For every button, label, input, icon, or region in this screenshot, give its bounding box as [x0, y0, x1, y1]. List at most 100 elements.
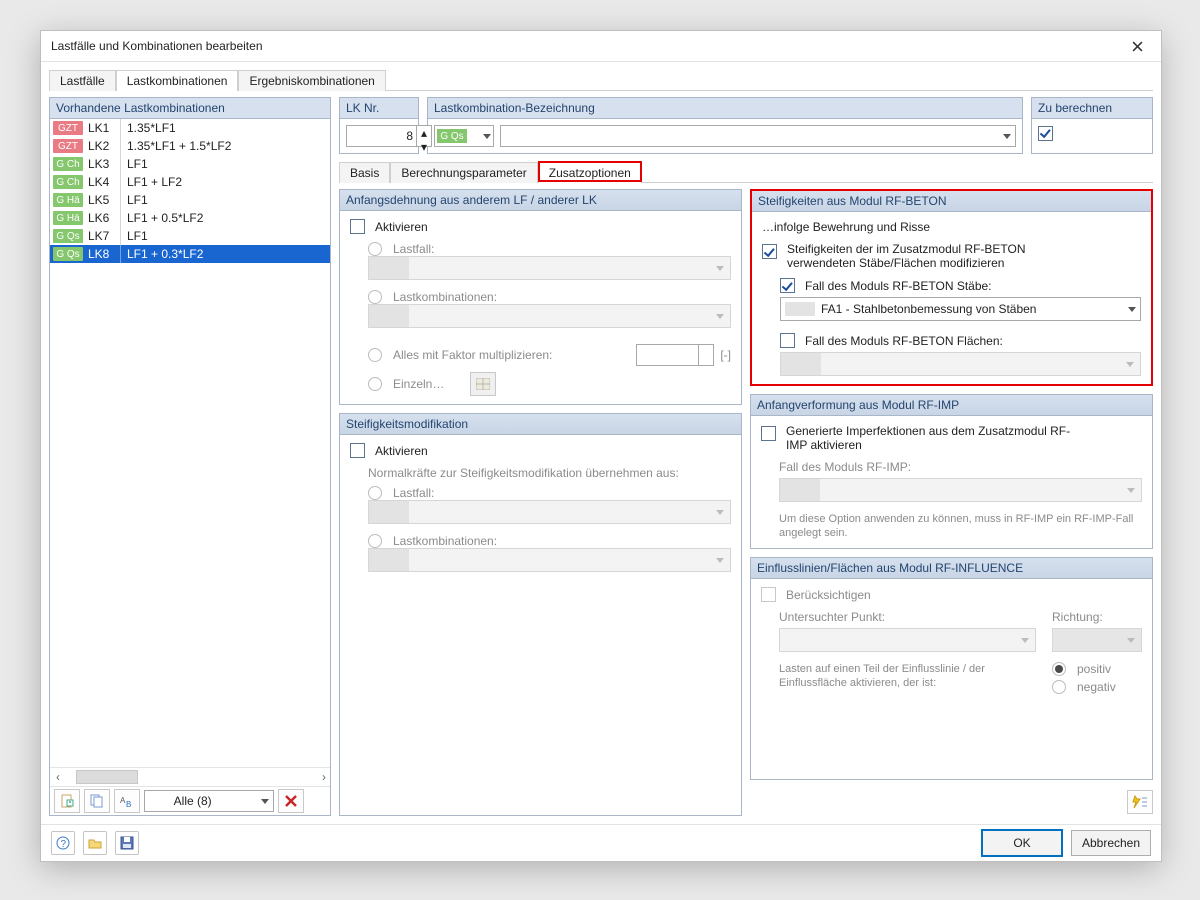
- lk-list[interactable]: GZTLK11.35*LF1GZTLK21.35*LF1 + 1.5*LF2G …: [50, 119, 330, 767]
- lk-name-combo[interactable]: [500, 125, 1016, 147]
- radio-einzeln-label: Einzeln…: [393, 377, 444, 391]
- radio-einzeln: [368, 377, 382, 391]
- lk-id: LK7: [86, 229, 120, 243]
- rfinf-richtung-combo: [1052, 628, 1142, 652]
- save-button[interactable]: [115, 831, 139, 855]
- rfbeton-staebe-checkbox[interactable]: [780, 278, 795, 293]
- rfinf-punkt-combo: [779, 628, 1036, 652]
- tab-lastfaelle[interactable]: Lastfälle: [49, 70, 116, 91]
- radio-lastfall: [368, 242, 382, 256]
- renumber-lk-button[interactable]: AB: [114, 789, 140, 813]
- rfinf-ber-checkbox: [761, 587, 776, 602]
- zu-berechnen-title: Zu berechnen: [1032, 98, 1152, 119]
- lk-id: LK5: [86, 193, 120, 207]
- rfbeton-modify-checkbox[interactable]: [762, 244, 777, 259]
- rfinf-richtung-label: Richtung:: [1052, 610, 1142, 624]
- anfang-aktivieren-label: Aktivieren: [375, 220, 428, 234]
- steifmod-lastfall-label: Lastfall:: [393, 486, 434, 500]
- lk-nr-field[interactable]: 8 ▴▾: [346, 125, 432, 147]
- copy-lk-button[interactable]: [84, 789, 110, 813]
- rfbeton-flaechen-checkbox[interactable]: [780, 333, 795, 348]
- lastkomb-combo: [368, 304, 731, 328]
- renumber-icon: AB: [120, 794, 134, 808]
- help-icon: ?: [56, 836, 70, 850]
- subtab-berechnungsparameter[interactable]: Berechnungsparameter: [390, 162, 537, 183]
- subtab-basis[interactable]: Basis: [339, 162, 390, 183]
- spinner-icon[interactable]: ▴▾: [416, 126, 431, 146]
- lk-tag: G Ch: [53, 175, 83, 189]
- lk-tag: G Ch: [53, 157, 83, 171]
- lk-row[interactable]: G HäLK5LF1: [50, 191, 330, 209]
- steifmod-group: Steifigkeitsmodifikation Aktivieren Norm…: [339, 413, 742, 816]
- lk-id: LK1: [86, 121, 120, 135]
- lk-nr-title: LK Nr.: [340, 98, 418, 119]
- lk-row[interactable]: G QsLK8LF1 + 0.3*LF2: [50, 245, 330, 263]
- cancel-button[interactable]: Abbrechen: [1071, 830, 1151, 856]
- rfimp-title: Anfangverformung aus Modul RF-IMP: [751, 395, 1152, 416]
- tab-ergebniskombinationen[interactable]: Ergebniskombinationen: [238, 70, 385, 91]
- steifmod-title: Steifigkeitsmodifikation: [340, 414, 741, 435]
- ok-button[interactable]: OK: [981, 829, 1063, 857]
- titlebar: Lastfälle und Kombinationen bearbeiten: [41, 31, 1161, 62]
- lk-desc: LF1: [121, 193, 330, 207]
- steifmod-lastkomb-label: Lastkombinationen:: [393, 534, 497, 548]
- lk-desc: LF1 + 0.3*LF2: [121, 247, 330, 261]
- case-color-swatch: [785, 302, 815, 316]
- svg-text:?: ?: [61, 839, 67, 850]
- lk-type-combo[interactable]: G Qs: [434, 125, 494, 147]
- rfbeton-subtitle: …infolge Bewehrung und Risse: [762, 220, 1141, 234]
- chevron-down-icon: [483, 134, 491, 139]
- tab-lastkombinationen[interactable]: Lastkombinationen: [116, 70, 239, 91]
- lk-id: LK6: [86, 211, 120, 225]
- lk-row[interactable]: G QsLK7LF1: [50, 227, 330, 245]
- faktor-field: [636, 344, 714, 366]
- new-doc-icon: [60, 794, 74, 808]
- subtab-zusatzoptionen[interactable]: Zusatzoptionen: [538, 162, 642, 183]
- lk-row[interactable]: G ChLK4LF1 + LF2: [50, 173, 330, 191]
- rfbeton-flaechen-label: Fall des Moduls RF-BETON Flächen:: [805, 334, 1003, 348]
- rfinf-ber-label: Berücksichtigen: [786, 588, 871, 602]
- lk-tag: GZT: [53, 139, 83, 153]
- zu-berechnen-checkbox[interactable]: [1038, 126, 1053, 141]
- radio-faktor: [368, 348, 382, 362]
- rfimp-group: Anfangverformung aus Modul RF-IMP Generi…: [750, 394, 1153, 549]
- lk-hscroll[interactable]: ‹›: [50, 767, 330, 786]
- folder-open-icon: [88, 836, 102, 850]
- lk-nr-group: LK Nr. 8 ▴▾: [339, 97, 419, 154]
- help-button[interactable]: ?: [51, 831, 75, 855]
- steifmod-lastkomb-combo: [368, 548, 731, 572]
- copy-icon: [90, 794, 104, 808]
- faktor-unit: [-]: [720, 348, 731, 362]
- lk-desc: LF1 + 0.5*LF2: [121, 211, 330, 225]
- open-folder-button[interactable]: [83, 831, 107, 855]
- einzeln-button: [470, 372, 496, 396]
- delete-lk-button[interactable]: [278, 789, 304, 813]
- lk-row[interactable]: GZTLK11.35*LF1: [50, 119, 330, 137]
- lk-tag: G Hä: [53, 193, 83, 207]
- rfinf-negativ-label: negativ: [1077, 680, 1116, 694]
- lk-row[interactable]: G ChLK3LF1: [50, 155, 330, 173]
- ok-label: OK: [1013, 836, 1030, 850]
- steifmod-aktivieren-checkbox[interactable]: [350, 443, 365, 458]
- details-button[interactable]: [1127, 790, 1153, 814]
- rfimp-aktivieren-checkbox[interactable]: [761, 426, 776, 441]
- lk-nr-value: 8: [406, 129, 413, 143]
- lk-list-title: Vorhandene Lastkombinationen: [50, 98, 330, 119]
- anfang-aktivieren-checkbox[interactable]: [350, 219, 365, 234]
- close-icon: [1132, 41, 1143, 52]
- lk-row[interactable]: GZTLK21.35*LF1 + 1.5*LF2: [50, 137, 330, 155]
- sub-tabs: Basis Berechnungsparameter Zusatzoptione…: [339, 160, 1153, 183]
- lk-toolbar: AB Alle (8): [50, 786, 330, 815]
- lk-row[interactable]: G HäLK6LF1 + 0.5*LF2: [50, 209, 330, 227]
- new-lk-button[interactable]: [54, 789, 80, 813]
- close-button[interactable]: [1123, 36, 1151, 56]
- radio-lastkomb: [368, 290, 382, 304]
- lk-id: LK3: [86, 157, 120, 171]
- lk-filter-combo[interactable]: Alle (8): [144, 790, 274, 812]
- rfbeton-staebe-combo[interactable]: FA1 - Stahlbetonbemessung von Stäben: [780, 297, 1141, 321]
- rfinf-lasten-label: Lasten auf einen Teil der Einflusslinie …: [779, 662, 1036, 690]
- table-icon: [476, 378, 490, 390]
- rfimp-case-combo: [779, 478, 1142, 502]
- rfimp-case-label: Fall des Moduls RF-IMP:: [779, 460, 1142, 474]
- lk-type-tag: G Qs: [437, 129, 467, 143]
